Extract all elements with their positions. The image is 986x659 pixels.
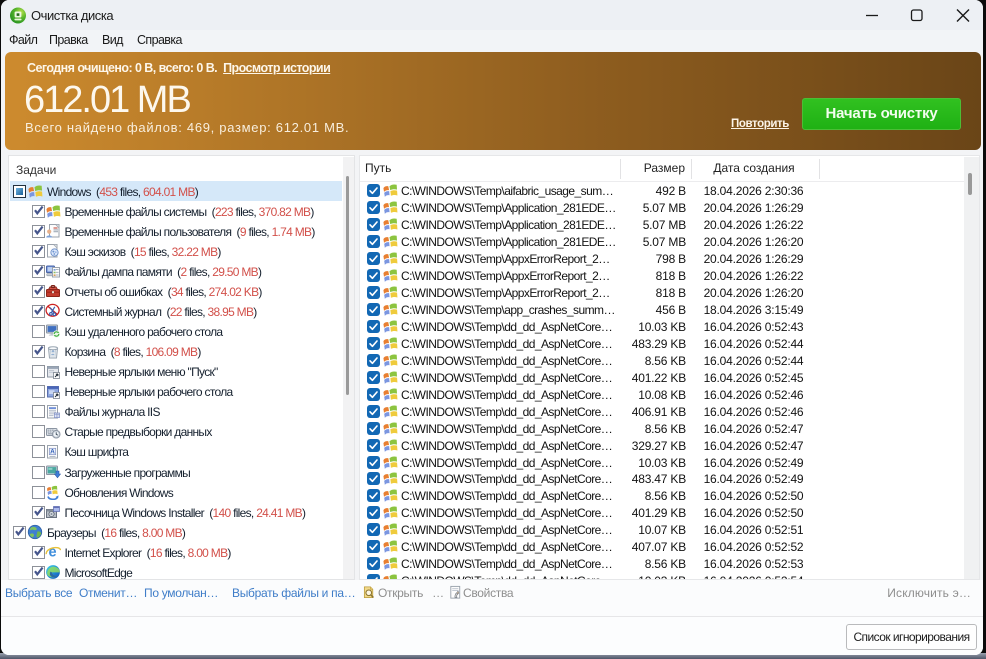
svg-text:A: A <box>50 449 55 456</box>
